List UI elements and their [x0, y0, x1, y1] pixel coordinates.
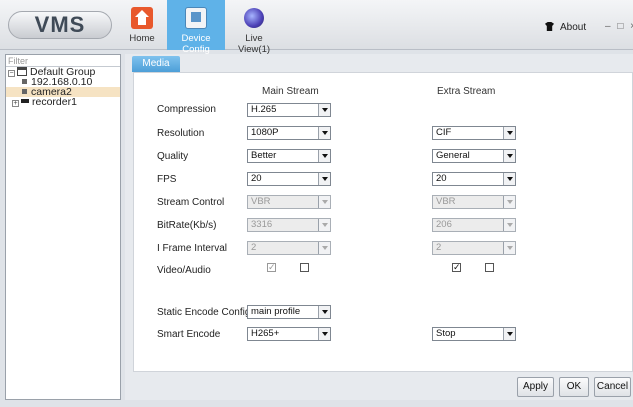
- select-value: 206: [436, 219, 452, 230]
- main-iframe-select: 2: [247, 241, 331, 255]
- extra-quality-select[interactable]: General: [432, 149, 516, 163]
- iframe-interval-label: I Frame Interval: [157, 243, 228, 254]
- nav-live-view-label: Live View(1): [237, 33, 271, 55]
- extra-stream-control-select: VBR: [432, 195, 516, 209]
- static-encode-select[interactable]: main profile: [247, 305, 331, 319]
- group-icon: [17, 67, 27, 76]
- extra-video-checkbox[interactable]: ✓: [452, 263, 461, 272]
- collapse-icon[interactable]: −: [8, 70, 15, 77]
- select-value: CIF: [436, 127, 452, 138]
- dropdown-arrow-icon: [318, 242, 330, 254]
- select-value: 2: [251, 242, 257, 253]
- about-label: About: [560, 22, 587, 33]
- dropdown-arrow-icon: [318, 127, 330, 139]
- dropdown-arrow-icon: [318, 219, 330, 231]
- main-audio-checkbox[interactable]: [300, 263, 309, 272]
- bitrate-label: BitRate(Kb/s): [157, 220, 217, 231]
- extra-bitrate-select: 206: [432, 218, 516, 232]
- main-quality-select[interactable]: Better: [247, 149, 331, 163]
- dropdown-arrow-icon: [318, 196, 330, 208]
- expand-icon[interactable]: +: [12, 100, 19, 107]
- vms-logo: VMS: [8, 11, 112, 39]
- select-value: VBR: [251, 196, 271, 207]
- shirt-icon: [545, 22, 554, 31]
- main-bitrate-select: 3316: [247, 218, 331, 232]
- main-stream-header: Main Stream: [262, 86, 319, 97]
- device-tree-panel: Filter − Default Group 192.168.0.10 camer…: [5, 54, 121, 400]
- select-value: VBR: [436, 196, 456, 207]
- dropdown-arrow-icon: [503, 127, 515, 139]
- select-value: 20: [436, 173, 447, 184]
- dropdown-arrow-icon: [503, 196, 515, 208]
- cancel-button[interactable]: Cancel: [594, 377, 631, 397]
- extra-stream-header: Extra Stream: [437, 86, 496, 97]
- select-value: Better: [251, 150, 277, 161]
- select-value: H.265: [251, 104, 277, 115]
- select-value: H265+: [251, 328, 280, 339]
- nav-home-label: Home: [129, 33, 155, 44]
- window-controls[interactable]: – □ ×: [605, 21, 633, 32]
- main-smart-encode-select[interactable]: H265+: [247, 327, 331, 341]
- extra-iframe-select: 2: [432, 241, 516, 255]
- dropdown-arrow-icon: [503, 328, 515, 340]
- dropdown-arrow-icon: [318, 306, 330, 318]
- select-value: Stop: [436, 328, 456, 339]
- extra-resolution-select[interactable]: CIF: [432, 126, 516, 140]
- camera-icon: [22, 79, 27, 84]
- extra-fps-select[interactable]: 20: [432, 172, 516, 186]
- dropdown-arrow-icon: [318, 173, 330, 185]
- dropdown-arrow-icon: [318, 104, 330, 116]
- top-toolbar: VMS Home Device Config Live View(1) Abou…: [0, 0, 633, 55]
- fps-label: FPS: [157, 174, 177, 185]
- dropdown-arrow-icon: [503, 242, 515, 254]
- smart-encode-label: Smart Encode: [157, 329, 221, 340]
- select-value: 3316: [251, 219, 273, 230]
- stream-control-label: Stream Control: [157, 197, 225, 208]
- device-config-icon: [185, 7, 207, 29]
- nav-device-config-button[interactable]: Device Config: [167, 0, 225, 55]
- select-value: General: [436, 150, 470, 161]
- select-value: main profile: [251, 306, 301, 317]
- main-fps-select[interactable]: 20: [247, 172, 331, 186]
- tree-item-recorder1[interactable]: + recorder1: [6, 97, 120, 107]
- about-button[interactable]: About: [545, 22, 586, 33]
- tab-media[interactable]: Media: [132, 56, 180, 72]
- dropdown-arrow-icon: [503, 173, 515, 185]
- select-value: 20: [251, 173, 262, 184]
- live-view-icon: [244, 8, 264, 28]
- quality-label: Quality: [157, 151, 189, 162]
- dropdown-arrow-icon: [503, 150, 515, 162]
- extra-smart-encode-select[interactable]: Stop: [432, 327, 516, 341]
- device-tree: − Default Group 192.168.0.10 camera2 + rec…: [6, 67, 120, 107]
- nav-live-view-button[interactable]: Live View(1): [229, 0, 279, 55]
- tree-item-label: recorder1: [32, 96, 77, 108]
- compression-label: Compression: [157, 104, 216, 115]
- dropdown-arrow-icon: [318, 150, 330, 162]
- nav-home-button[interactable]: Home: [125, 0, 159, 50]
- static-encode-label: Static Encode Config: [157, 307, 251, 318]
- main-video-checkbox: ✓: [267, 262, 276, 272]
- select-value: 1080P: [251, 127, 279, 138]
- ok-button[interactable]: OK: [559, 377, 589, 397]
- dropdown-arrow-icon: [318, 328, 330, 340]
- recorder-icon: [21, 99, 29, 103]
- home-icon: [131, 7, 153, 29]
- main-resolution-select[interactable]: 1080P: [247, 126, 331, 140]
- resolution-label: Resolution: [157, 128, 205, 139]
- nav-device-config-label: Device Config: [181, 33, 211, 55]
- camera-icon: [22, 89, 27, 94]
- main-compression-select[interactable]: H.265: [247, 103, 331, 117]
- dropdown-arrow-icon: [503, 219, 515, 231]
- apply-button[interactable]: Apply: [517, 377, 554, 397]
- select-value: 2: [436, 242, 442, 253]
- video-audio-label: Video/Audio: [157, 265, 211, 276]
- extra-audio-checkbox[interactable]: [485, 263, 494, 272]
- main-stream-control-select: VBR: [247, 195, 331, 209]
